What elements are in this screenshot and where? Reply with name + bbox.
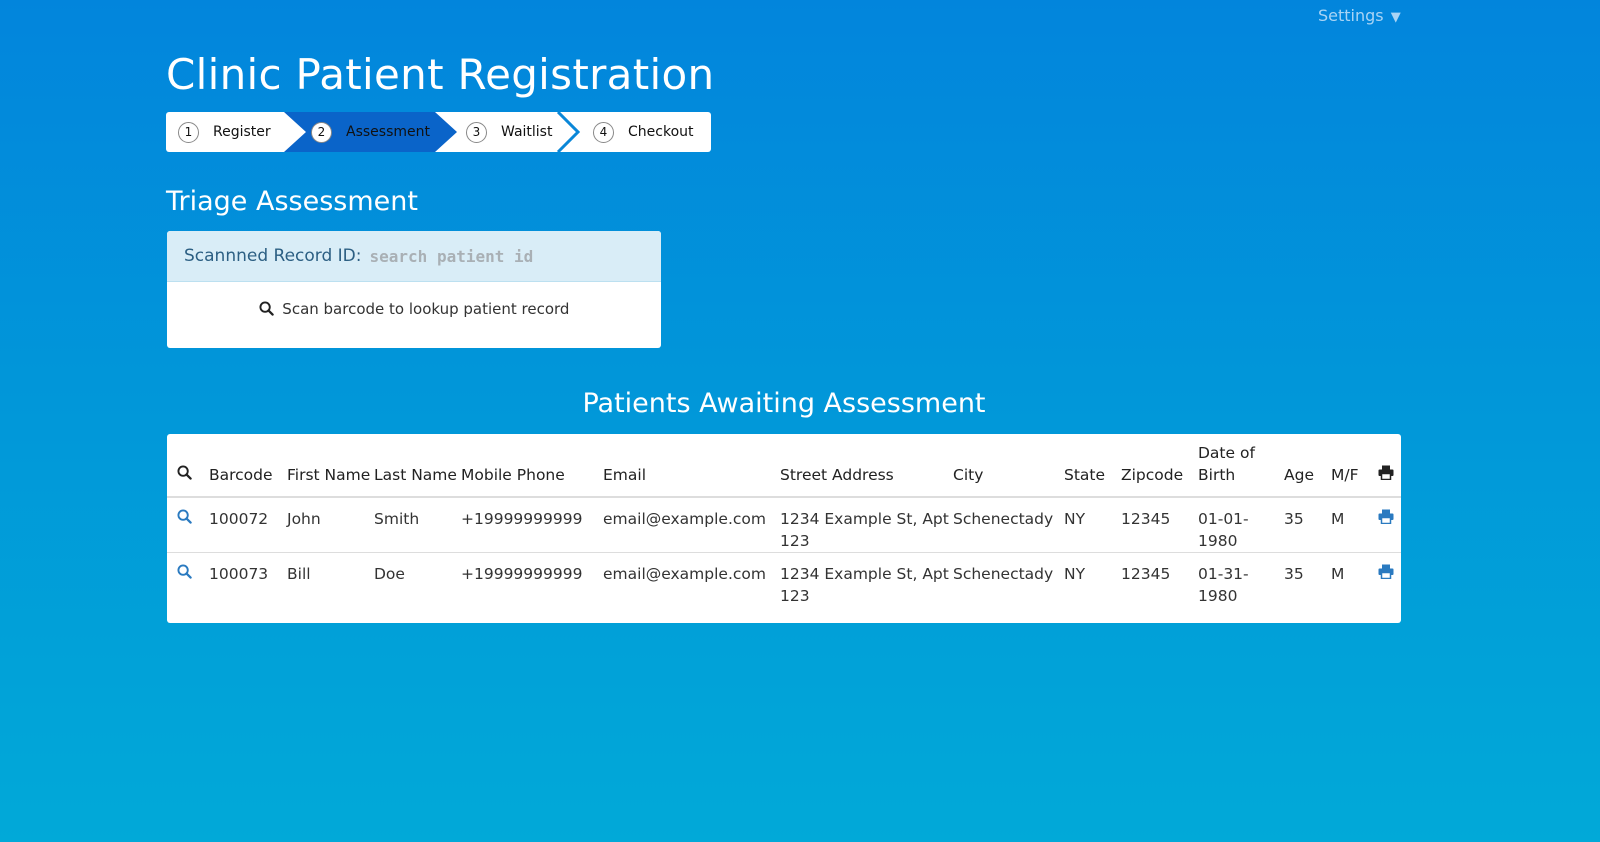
search-icon[interactable] — [177, 564, 192, 579]
cell-mobile-phone: +19999999999 — [461, 552, 603, 607]
column-header-last-name[interactable]: Last Name — [374, 434, 461, 498]
step-number: 3 — [466, 121, 487, 143]
column-header-email[interactable]: Email — [603, 434, 780, 498]
step-label: Register — [213, 124, 271, 140]
column-header-zipcode[interactable]: Zipcode — [1121, 434, 1198, 498]
step-label: Checkout — [628, 124, 694, 140]
step-divider-chevron — [556, 112, 581, 152]
search-icon — [258, 301, 274, 316]
row-print-cell — [1378, 497, 1401, 553]
step-number: 4 — [593, 121, 614, 143]
patients-table: Barcode First Name Last Name Mobile Phon… — [167, 434, 1401, 607]
page-title: Clinic Patient Registration — [166, 50, 715, 99]
column-header-age[interactable]: Age — [1284, 434, 1331, 498]
cell-mobile-phone: +19999999999 — [461, 510, 583, 528]
step-number: 1 — [178, 121, 199, 143]
print-icon[interactable] — [1378, 509, 1394, 524]
cell-street-address: 1234 Example St, Apt 123 — [780, 552, 953, 607]
cell-barcode: 100073 — [209, 552, 287, 607]
cell-email: email@example.com — [603, 552, 780, 607]
print-column-header — [1378, 434, 1401, 498]
column-header-mobile-phone[interactable]: Mobile Phone — [461, 434, 603, 498]
table-row[interactable]: 100072 John Smith +19999999999 email@exa… — [167, 497, 1401, 553]
row-lookup-cell — [167, 552, 209, 607]
column-header-first-name[interactable]: First Name — [287, 434, 374, 498]
cell-barcode: 100072 — [209, 510, 269, 528]
row-lookup-cell — [167, 497, 209, 553]
cell-sex: M — [1331, 552, 1378, 607]
print-icon[interactable] — [1378, 564, 1394, 579]
cell-zipcode: 12345 — [1121, 510, 1171, 528]
search-icon[interactable] — [177, 509, 192, 524]
step-waitlist[interactable]: 3 Waitlist — [466, 112, 552, 152]
progress-steps: 1 Register 2 Assessment 3 Waitlist 4 Che… — [166, 112, 711, 152]
scan-hint-text: Scan barcode to lookup patient record — [282, 300, 570, 318]
search-column-header — [167, 434, 209, 498]
settings-label: Settings — [1318, 6, 1384, 25]
cell-email: email@example.com — [603, 510, 766, 528]
step-label: Assessment — [346, 124, 430, 140]
cell-last-name: Smith — [374, 510, 420, 528]
column-header-date-of-birth[interactable]: Date of Birth — [1198, 434, 1284, 498]
column-header-state[interactable]: State — [1064, 434, 1121, 498]
table-header-row: Barcode First Name Last Name Mobile Phon… — [167, 434, 1401, 498]
cell-sex: M — [1331, 510, 1345, 528]
cell-age: 35 — [1284, 510, 1304, 528]
patients-table-title: Patients Awaiting Assessment — [582, 388, 986, 419]
cell-zipcode: 12345 — [1121, 552, 1198, 607]
cell-age: 35 — [1284, 552, 1331, 607]
column-header-sex[interactable]: M/F — [1331, 434, 1378, 498]
step-checkout[interactable]: 4 Checkout — [593, 112, 694, 152]
cell-date-of-birth: 01-01-1980 — [1198, 510, 1249, 550]
row-print-cell — [1378, 552, 1401, 607]
step-label: Waitlist — [501, 124, 553, 140]
step-register[interactable]: 1 Register — [178, 112, 271, 152]
step-number: 2 — [311, 121, 332, 143]
step-assessment[interactable]: 2 Assessment — [311, 112, 430, 152]
print-icon[interactable] — [1378, 465, 1394, 480]
cell-city: Schenectady — [953, 552, 1064, 607]
cell-last-name: Doe — [374, 552, 461, 607]
column-header-barcode[interactable]: Barcode — [209, 434, 287, 498]
column-header-street-address[interactable]: Street Address — [780, 434, 953, 498]
cell-state: NY — [1064, 510, 1086, 528]
patients-table-panel: Barcode First Name Last Name Mobile Phon… — [167, 434, 1401, 623]
settings-menu[interactable]: Settings ▼ — [1318, 6, 1401, 25]
patient-id-search-input[interactable] — [367, 245, 632, 267]
cell-date-of-birth: 01-31-1980 — [1198, 552, 1284, 607]
search-icon[interactable] — [177, 465, 192, 480]
table-row[interactable]: 100073 Bill Doe +19999999999 email@examp… — [167, 552, 1401, 607]
cell-street-address: 1234 Example St, Apt 123 — [780, 510, 949, 550]
settings-caret-icon: ▼ — [1390, 10, 1401, 25]
triage-panel-header: Scannned Record ID: — [167, 231, 661, 282]
triage-title: Triage Assessment — [166, 186, 418, 217]
cell-state: NY — [1064, 552, 1121, 607]
triage-panel: Scannned Record ID: Scan barcode to look… — [167, 231, 661, 348]
cell-first-name: Bill — [287, 552, 374, 607]
record-id-label: Scannned Record ID: — [184, 246, 362, 266]
cell-first-name: John — [287, 510, 321, 528]
triage-panel-body: Scan barcode to lookup patient record — [167, 282, 661, 318]
cell-city: Schenectady — [953, 510, 1054, 528]
column-header-city[interactable]: City — [953, 434, 1064, 498]
